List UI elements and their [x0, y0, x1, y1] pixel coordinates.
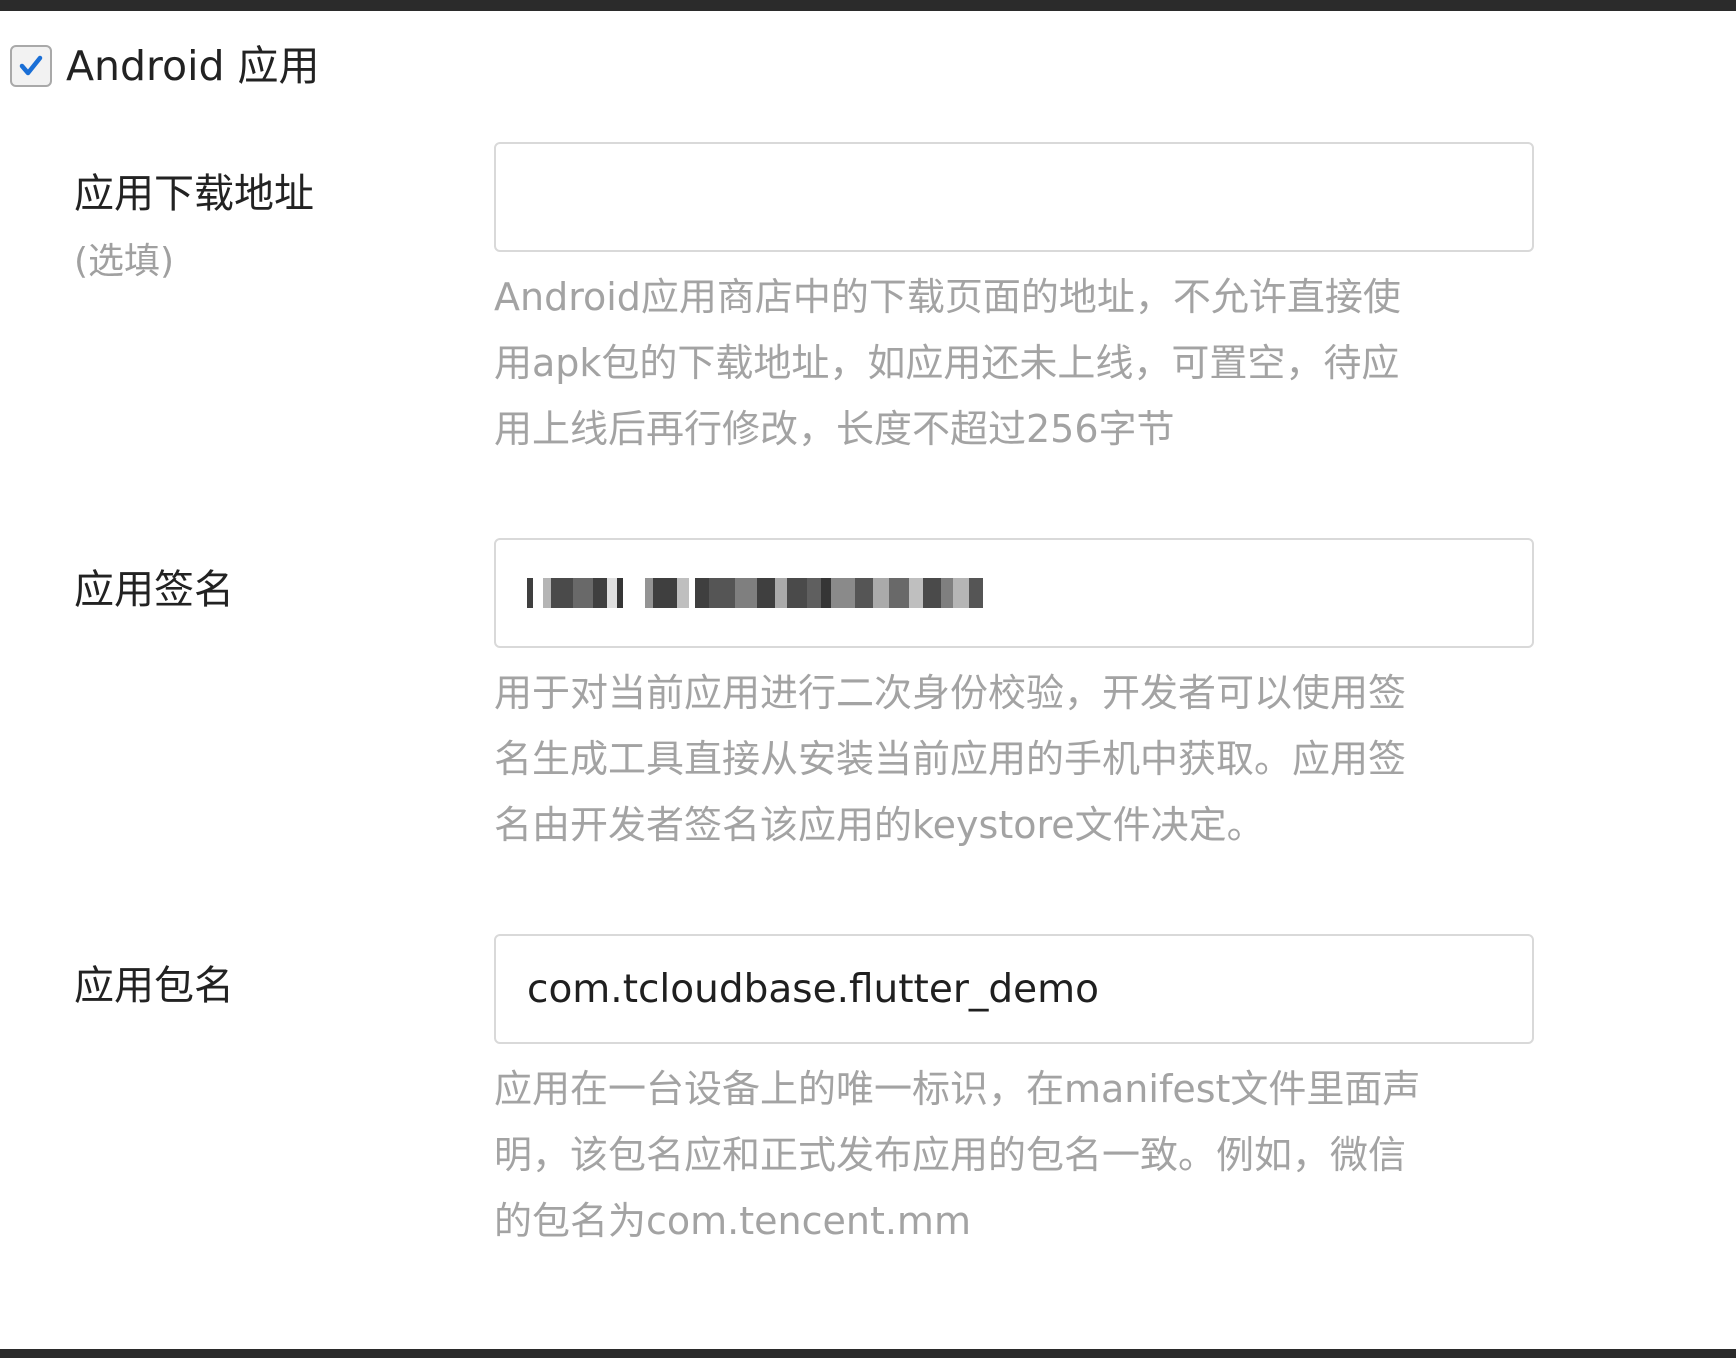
android-app-toggle[interactable]: Android 应用	[10, 44, 320, 88]
package-name-help-line: 的包名为com.tencent.mm	[494, 1199, 971, 1243]
signature-help-line: 用于对当前应用进行二次身份校验，开发者可以使用签	[494, 671, 1407, 715]
signature-help-line: 名生成工具直接从安装当前应用的手机中获取。应用签	[494, 737, 1407, 781]
signature-label: 应用签名	[74, 567, 234, 613]
download-url-help: Android应用商店中的下载页面的地址，不允许直接使 用apk包的下载地址，如…	[494, 264, 1534, 462]
download-url-label: 应用下载地址	[74, 171, 314, 217]
download-url-help-line: 用上线后再行修改，长度不超过256字节	[494, 407, 1175, 451]
package-name-help-line: 明，该包名应和正式发布应用的包名一致。例如，微信	[494, 1133, 1407, 1177]
package-name-help: 应用在一台设备上的唯一标识，在manifest文件里面声 明，该包名应和正式发布…	[494, 1056, 1534, 1254]
android-checkbox[interactable]	[10, 45, 52, 87]
checkmark-icon	[19, 55, 43, 76]
package-name-input[interactable]: com.tcloudbase.flutter_demo	[494, 934, 1534, 1044]
download-url-help-line: Android应用商店中的下载页面的地址，不允许直接使	[494, 275, 1401, 319]
package-name-label: 应用包名	[74, 963, 234, 1009]
download-url-help-line: 用apk包的下载地址，如应用还未上线，可置空，待应	[494, 341, 1400, 385]
signature-help-line: 名由开发者签名该应用的keystore文件决定。	[494, 803, 1265, 847]
download-url-input[interactable]	[494, 142, 1534, 252]
bottom-border	[0, 1349, 1736, 1358]
top-border	[0, 0, 1736, 11]
download-url-optional-note: (选填)	[74, 241, 175, 282]
signature-help: 用于对当前应用进行二次身份校验，开发者可以使用签 名生成工具直接从安装当前应用的…	[494, 660, 1534, 858]
android-app-settings: Android 应用 应用下载地址 (选填) Android应用商店中的下载页面…	[0, 0, 1736, 1358]
android-checkbox-label: Android 应用	[66, 42, 320, 90]
package-name-help-line: 应用在一台设备上的唯一标识，在manifest文件里面声	[494, 1067, 1421, 1111]
signature-input[interactable]	[494, 538, 1534, 648]
redacted-signature-value	[527, 576, 983, 610]
